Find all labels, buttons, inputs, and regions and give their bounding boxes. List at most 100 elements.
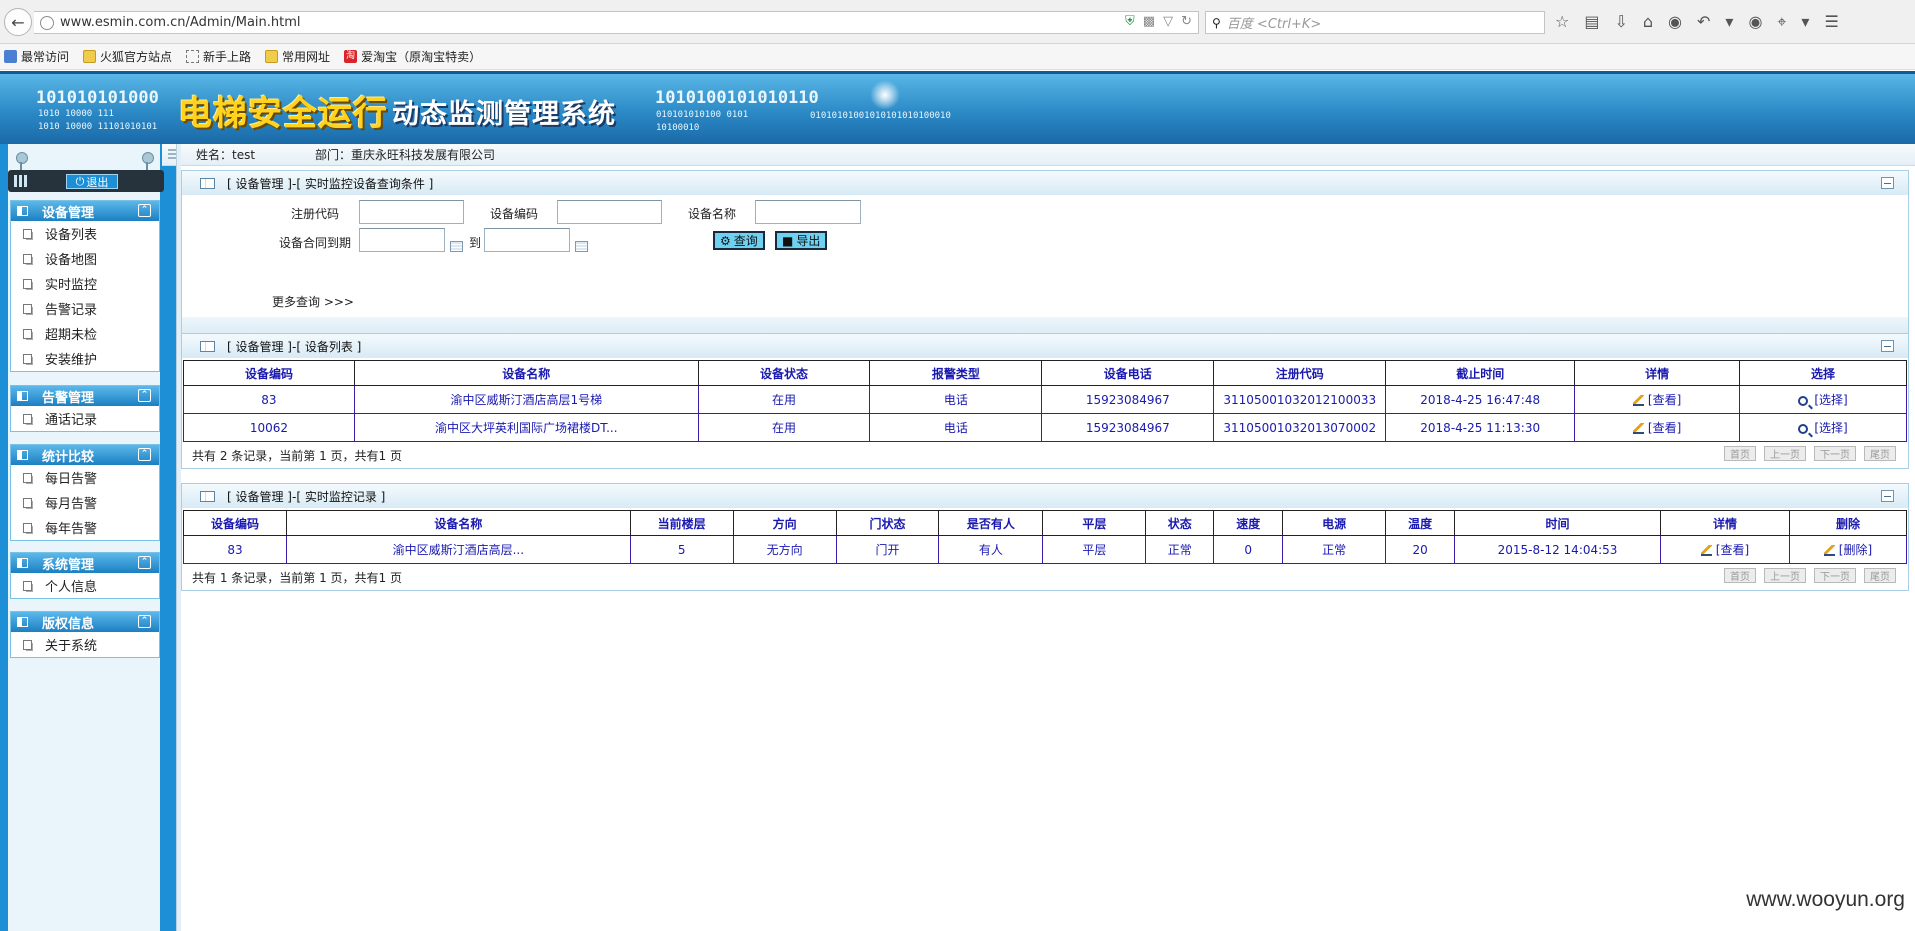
- sidebar-item-yearly-alarms[interactable]: 每年告警: [11, 515, 159, 540]
- minimize-icon[interactable]: [1881, 490, 1894, 502]
- banner-binary: 1010100101010110: [655, 88, 819, 108]
- menu-group-header[interactable]: 版权信息 ⌃: [11, 612, 159, 632]
- home-icon[interactable]: ⌂: [1643, 12, 1653, 32]
- sidebar-item-install-maintenance[interactable]: 安装维护: [11, 346, 159, 371]
- bookmark-aitaobao[interactable]: 淘爱淘宝（原淘宝特卖）: [344, 48, 481, 65]
- watermark: www.wooyun.org: [1746, 888, 1905, 911]
- pencil-icon: [1823, 545, 1835, 556]
- delete-cell: [删除]: [1788, 535, 1908, 564]
- banner-title-main: 电梯安全运行: [178, 94, 388, 134]
- sidebar-item-about[interactable]: 关于系统: [11, 632, 159, 657]
- sidebar-item-daily-alarms[interactable]: 每日告警: [11, 465, 159, 490]
- monitor-records-panel: [ 设备管理 ]-[ 实时监控记录 ] 设备编码 设备名称 当前楼层 方向 门状…: [181, 483, 1909, 591]
- collapse-icon[interactable]: ⌃: [138, 448, 151, 461]
- power-icon: ⏻: [75, 174, 85, 188]
- search-placeholder: 百度 <Ctrl+K>: [1226, 17, 1322, 32]
- device-list-panel: [ 设备管理 ]-[ 设备列表 ] 设备编码 设备名称 设备状态 报警类型 设备…: [181, 333, 1909, 469]
- select-link[interactable]: [选择]: [1814, 421, 1847, 435]
- collapse-icon[interactable]: ⌃: [138, 204, 151, 217]
- menu-group-header[interactable]: 设备管理 ⌃: [11, 201, 159, 221]
- column-header: 状态: [1145, 510, 1215, 536]
- sidebar-item-device-map[interactable]: 设备地图: [11, 246, 159, 271]
- menu-icon[interactable]: ☰: [1824, 12, 1838, 32]
- next-page-button[interactable]: 下一页: [1814, 446, 1856, 461]
- dropdown-icon[interactable]: ▽: [1163, 14, 1173, 29]
- reload-icon[interactable]: ↻: [1181, 14, 1192, 29]
- view-link[interactable]: [查看]: [1648, 393, 1681, 407]
- last-page-button[interactable]: 尾页: [1864, 568, 1896, 583]
- delete-link[interactable]: [删除]: [1839, 543, 1872, 557]
- view-link[interactable]: [查看]: [1648, 421, 1681, 435]
- sidebar-item-monthly-alarms[interactable]: 每月告警: [11, 490, 159, 515]
- contract-start-field[interactable]: [359, 228, 445, 252]
- collapse-icon[interactable]: ⌃: [138, 556, 151, 569]
- qr-icon[interactable]: ▩: [1143, 14, 1155, 29]
- grid-icon: [14, 175, 28, 187]
- search-input[interactable]: ⚲ 百度 <Ctrl+K>: [1205, 11, 1545, 34]
- minimize-icon[interactable]: [1881, 177, 1894, 189]
- sidebar-item-device-list[interactable]: 设备列表: [11, 221, 159, 246]
- export-button[interactable]: ■ 导出: [775, 231, 828, 250]
- shield-icon[interactable]: ⛨: [1125, 14, 1135, 29]
- star-icon[interactable]: ☆: [1555, 12, 1569, 32]
- pencil-icon: [1632, 423, 1644, 434]
- reg-code-field[interactable]: [359, 200, 464, 224]
- chevron-down-icon[interactable]: ▾: [1725, 12, 1733, 32]
- minimize-icon[interactable]: [1881, 340, 1894, 352]
- sidebar-item-call-records[interactable]: 通话记录: [11, 406, 159, 431]
- bookmark-getting-started[interactable]: 新手上路: [186, 48, 251, 65]
- crop-icon[interactable]: ⌖: [1777, 12, 1786, 32]
- bookmark-common-sites[interactable]: 常用网址: [265, 48, 330, 65]
- query-button[interactable]: ⚙ 查询: [713, 231, 765, 250]
- comment-icon[interactable]: ◉: [1748, 12, 1762, 32]
- table-cell: 0: [1213, 535, 1284, 564]
- chat-icon[interactable]: ◉: [1668, 12, 1682, 32]
- table-cell: 门开: [835, 535, 940, 564]
- back-button[interactable]: ←: [4, 8, 32, 36]
- view-link[interactable]: [查看]: [1716, 543, 1749, 557]
- sidebar-item-realtime-monitor[interactable]: 实时监控: [11, 271, 159, 296]
- column-header: 设备电话: [1041, 360, 1215, 386]
- document-icon: [23, 303, 32, 314]
- bookmark-firefox-site[interactable]: 火狐官方站点: [83, 48, 172, 65]
- device-code-field[interactable]: [557, 200, 662, 224]
- select-link[interactable]: [选择]: [1814, 393, 1847, 407]
- contract-end-field[interactable]: [484, 228, 570, 252]
- column-header: 门状态: [835, 510, 940, 536]
- more-query-link[interactable]: 更多查询 >>>: [272, 293, 354, 310]
- document-icon: [23, 228, 32, 239]
- calendar-icon[interactable]: [450, 241, 463, 252]
- logout-button[interactable]: ⏻ 退出: [66, 174, 118, 189]
- column-header: 设备名称: [285, 510, 631, 536]
- collapse-icon[interactable]: ⌃: [138, 389, 151, 402]
- chevron-down-icon[interactable]: ▾: [1801, 12, 1809, 32]
- next-page-button[interactable]: 下一页: [1814, 568, 1856, 583]
- menu-group-header[interactable]: 告警管理 ⌃: [11, 386, 159, 406]
- sidebar-item-personal-info[interactable]: 个人信息: [11, 573, 159, 598]
- table-cell: 渝中区威斯汀酒店高层...: [285, 535, 631, 564]
- pencil-icon: [1700, 545, 1712, 556]
- calendar-icon[interactable]: [575, 241, 588, 252]
- reading-list-icon[interactable]: ▤: [1584, 12, 1599, 32]
- user-department: 部门：重庆永旺科技发展有限公司: [315, 148, 496, 162]
- menu-group-header[interactable]: 系统管理 ⌃: [11, 553, 159, 573]
- column-header: 设备状态: [697, 360, 871, 386]
- prev-page-button[interactable]: 上一页: [1764, 568, 1806, 583]
- panel-icon: [17, 206, 28, 216]
- device-name-field[interactable]: [755, 200, 861, 224]
- sidebar-item-overdue-inspection[interactable]: 超期未检: [11, 321, 159, 346]
- download-icon[interactable]: ⇩: [1614, 12, 1627, 32]
- banner-binary: 01010101001010101010100010: [810, 111, 951, 121]
- prev-page-button[interactable]: 上一页: [1764, 446, 1806, 461]
- last-page-button[interactable]: 尾页: [1864, 446, 1896, 461]
- page-icon: [186, 50, 200, 63]
- menu-group-header[interactable]: 统计比较 ⌃: [11, 445, 159, 465]
- collapse-icon[interactable]: ⌃: [138, 615, 151, 628]
- document-icon: [23, 413, 32, 424]
- address-bar[interactable]: www.esmin.com.cn/Admin/Main.html ⛨ ▩ ▽ ↻: [34, 11, 1199, 34]
- undo-icon[interactable]: ↶: [1697, 12, 1710, 32]
- first-page-button[interactable]: 首页: [1724, 568, 1756, 583]
- sidebar-item-alarm-records[interactable]: 告警记录: [11, 296, 159, 321]
- bookmark-most-visited[interactable]: 最常访问: [4, 48, 69, 65]
- first-page-button[interactable]: 首页: [1724, 446, 1756, 461]
